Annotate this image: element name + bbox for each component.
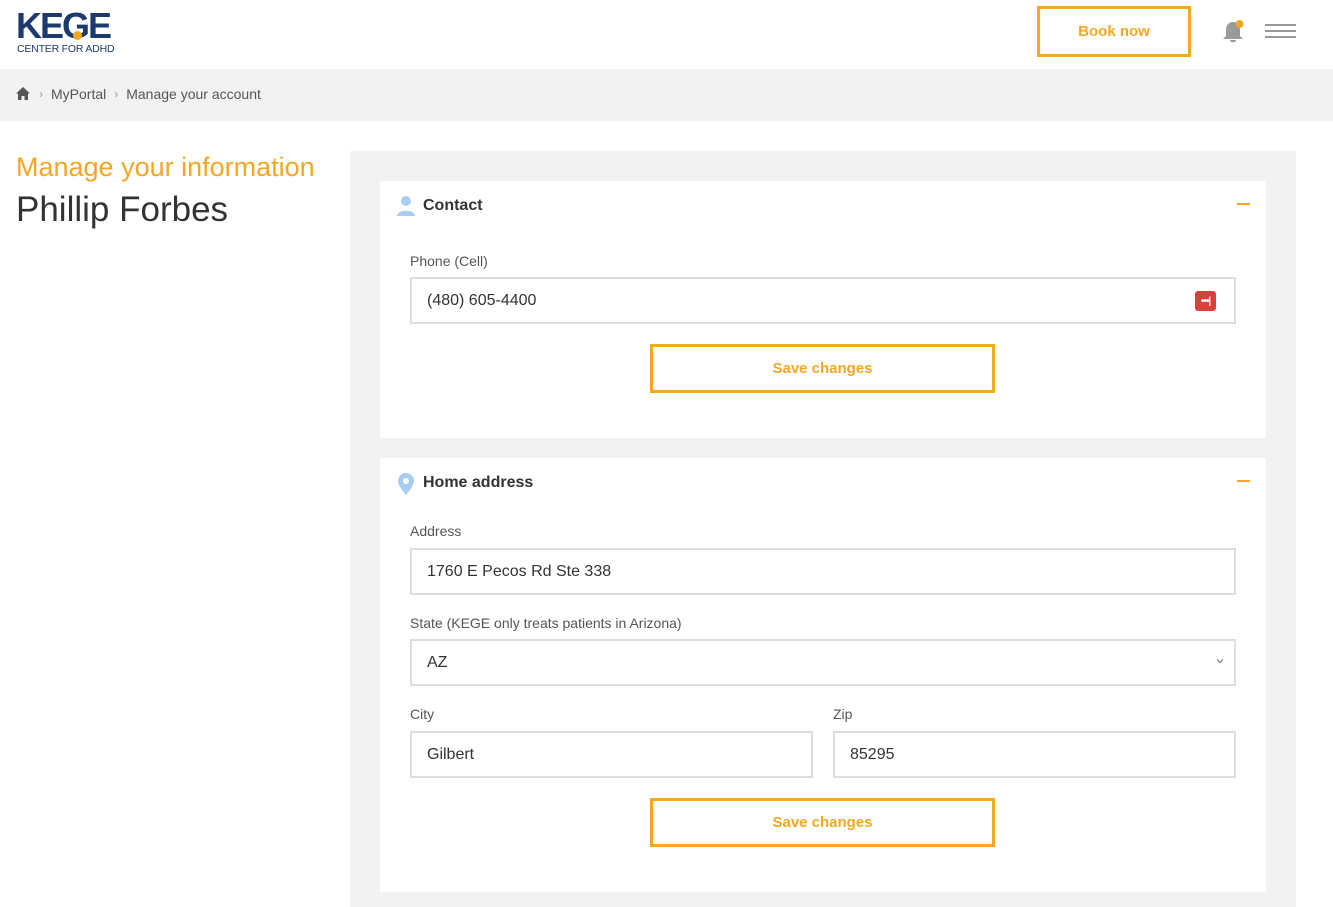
breadcrumb-bar: › MyPortal › Manage your account xyxy=(0,69,1333,121)
minus-icon xyxy=(1237,203,1250,205)
state-select[interactable]: AZ xyxy=(410,639,1236,686)
minus-icon xyxy=(1237,480,1250,482)
logo-dot xyxy=(73,31,82,40)
logo-subtitle: CENTER FOR ADHD xyxy=(17,43,115,55)
breadcrumb-separator: › xyxy=(39,87,43,101)
address-value: 1760 E Pecos Rd Ste 338 xyxy=(427,562,612,580)
password-manager-icon[interactable]: •••| xyxy=(1195,291,1216,311)
city-value: Gilbert xyxy=(427,745,475,763)
page-heading: Manage your information xyxy=(16,152,315,182)
home-address-title: Home address xyxy=(423,474,534,491)
contact-title: Contact xyxy=(423,197,483,214)
breadcrumb-item-myportal[interactable]: MyPortal xyxy=(51,86,106,102)
zip-input[interactable]: 85295 xyxy=(833,731,1236,778)
save-address-button[interactable]: Save changes xyxy=(650,798,995,847)
hamburger-menu-icon[interactable] xyxy=(1265,24,1297,42)
city-input[interactable]: Gilbert xyxy=(410,731,813,778)
collapse-contact-button[interactable] xyxy=(1231,193,1256,215)
home-address-card: Home address Address 1760 E Pecos Rd Ste… xyxy=(380,458,1266,892)
phone-label: Phone (Cell) xyxy=(410,253,488,269)
home-icon[interactable] xyxy=(16,87,31,101)
bell-icon[interactable] xyxy=(1220,18,1248,46)
chevron-down-icon xyxy=(1216,659,1224,664)
state-value: AZ xyxy=(427,653,448,671)
site-header: KEGE CENTER FOR ADHD Book now xyxy=(0,0,1333,69)
contact-card: Contact Phone (Cell) (480) 605-4400 •••|… xyxy=(380,181,1266,438)
address-input[interactable]: 1760 E Pecos Rd Ste 338 xyxy=(410,548,1236,595)
user-name: Phillip Forbes xyxy=(16,190,229,229)
phone-input[interactable]: (480) 605-4400 •••| xyxy=(410,277,1236,324)
address-label: Address xyxy=(410,523,462,539)
phone-value: (480) 605-4400 xyxy=(427,291,537,309)
breadcrumb-separator: › xyxy=(114,87,119,101)
location-pin-icon xyxy=(398,473,418,495)
kege-logo[interactable]: KEGE CENTER FOR ADHD xyxy=(16,8,126,58)
person-icon xyxy=(396,195,416,217)
state-label: State (KEGE only treats patients in Ariz… xyxy=(410,615,682,631)
account-panel: Contact Phone (Cell) (480) 605-4400 •••|… xyxy=(350,151,1296,907)
logo-main-text: KEGE xyxy=(16,5,112,46)
zip-label: Zip xyxy=(833,706,853,722)
zip-value: 85295 xyxy=(850,745,895,763)
collapse-address-button[interactable] xyxy=(1231,470,1256,492)
book-now-button[interactable]: Book now xyxy=(1037,6,1191,57)
city-label: City xyxy=(410,706,435,722)
breadcrumb-item-current: Manage your account xyxy=(126,86,261,102)
breadcrumb: › MyPortal › Manage your account xyxy=(16,86,261,102)
save-contact-button[interactable]: Save changes xyxy=(650,344,995,393)
